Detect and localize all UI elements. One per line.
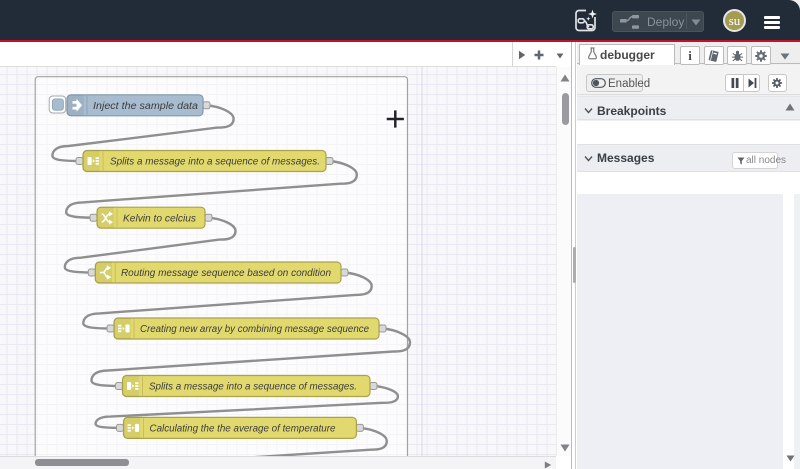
svg-text:Splits a message into a sequen: Splits a message into a sequence of mess… [110,156,320,167]
svg-text:Calculating the the average of: Calculating the the average of temperatu… [150,423,336,434]
svg-text:Kelvin to celcius: Kelvin to celcius [123,213,196,224]
svg-text:Routing message sequence based: Routing message sequence based on condit… [121,268,331,279]
svg-text:Creating new array by combinin: Creating new array by combining message … [140,324,369,335]
svg-text:Splits a message into a sequen: Splits a message into a sequence of mess… [149,381,357,392]
svg-text:Inject the sample data: Inject the sample data [93,100,198,111]
